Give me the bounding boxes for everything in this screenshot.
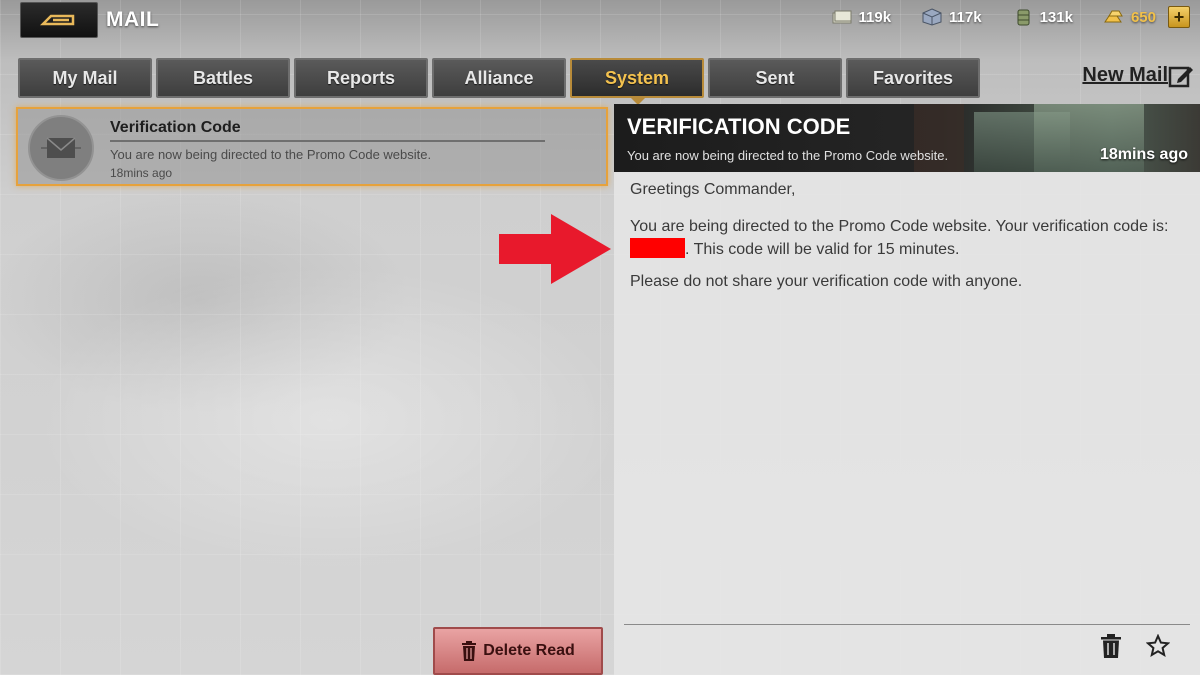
- back-arrow-icon: [39, 14, 75, 26]
- cash-icon: [832, 10, 851, 24]
- tab-system[interactable]: System: [570, 58, 704, 105]
- reader-header: VERIFICATION CODE You are now being dire…: [614, 104, 1200, 172]
- redacted-code: [630, 238, 685, 258]
- mail-avatar: [28, 115, 94, 181]
- mail-time: 18mins ago: [110, 166, 173, 180]
- resource-oil[interactable]: 131k: [1012, 8, 1073, 26]
- cash-value: 119k: [858, 8, 892, 26]
- back-button[interactable]: [20, 2, 98, 38]
- tab-favorites[interactable]: Favorites: [846, 58, 980, 98]
- annotation-arrow-icon: [499, 214, 611, 284]
- gold-bars-icon: [1104, 10, 1123, 23]
- resource-steel[interactable]: 117k: [921, 8, 982, 26]
- delete-read-button[interactable]: Delete Read: [433, 627, 603, 675]
- oil-value: 131k: [1039, 8, 1073, 26]
- resource-bar: 119k 117k 131k 650 +: [801, 6, 1190, 28]
- mail-reader: VERIFICATION CODE You are now being dire…: [614, 104, 1200, 675]
- trash-icon: [462, 641, 477, 661]
- new-mail-button[interactable]: New Mail: [1082, 64, 1168, 87]
- resource-cash[interactable]: 119k: [831, 8, 892, 26]
- page-title: MAIL: [106, 8, 160, 31]
- reader-footer-divider: [624, 624, 1190, 625]
- delete-read-label: Delete Read: [483, 642, 575, 659]
- compose-icon[interactable]: [1168, 63, 1194, 89]
- steel-cube-icon: [922, 8, 942, 26]
- envelope-icon: [41, 137, 81, 158]
- reader-greeting: Greetings Commander,: [630, 181, 796, 198]
- reader-title: VERIFICATION CODE: [627, 114, 851, 139]
- add-gold-button[interactable]: +: [1168, 6, 1190, 28]
- mail-preview: You are now being directed to the Promo …: [110, 147, 432, 162]
- oil-barrel-icon: [1017, 9, 1030, 26]
- reader-line1: You are being directed to the Promo Code…: [630, 218, 1169, 235]
- mail-divider: [110, 140, 545, 142]
- reader-body: You are being directed to the Promo Code…: [630, 216, 1190, 261]
- tab-my-mail[interactable]: My Mail: [18, 58, 152, 98]
- tab-sent[interactable]: Sent: [708, 58, 842, 98]
- favorite-star-icon[interactable]: [1146, 634, 1170, 658]
- reader-subtitle: You are now being directed to the Promo …: [627, 148, 949, 163]
- steel-value: 117k: [949, 8, 982, 26]
- resource-gold[interactable]: 650 +: [1103, 6, 1190, 28]
- tab-reports[interactable]: Reports: [294, 58, 428, 98]
- tab-alliance[interactable]: Alliance: [432, 58, 566, 98]
- reader-line2: . This code will be valid for 15 minutes…: [685, 241, 960, 258]
- delete-mail-icon[interactable]: [1100, 634, 1122, 658]
- reader-time: 18mins ago: [1099, 146, 1188, 163]
- tab-battles[interactable]: Battles: [156, 58, 290, 98]
- top-bar: MAIL 119k 117k 131k 650 +: [0, 0, 1200, 44]
- mail-subject: Verification Code: [110, 119, 241, 136]
- reader-line3: Please do not share your verification co…: [630, 273, 1023, 290]
- mail-tabs: My Mail Battles Reports Alliance System …: [18, 58, 980, 105]
- gold-value: 650: [1130, 8, 1156, 26]
- mail-list-item[interactable]: Verification Code You are now being dire…: [16, 107, 608, 186]
